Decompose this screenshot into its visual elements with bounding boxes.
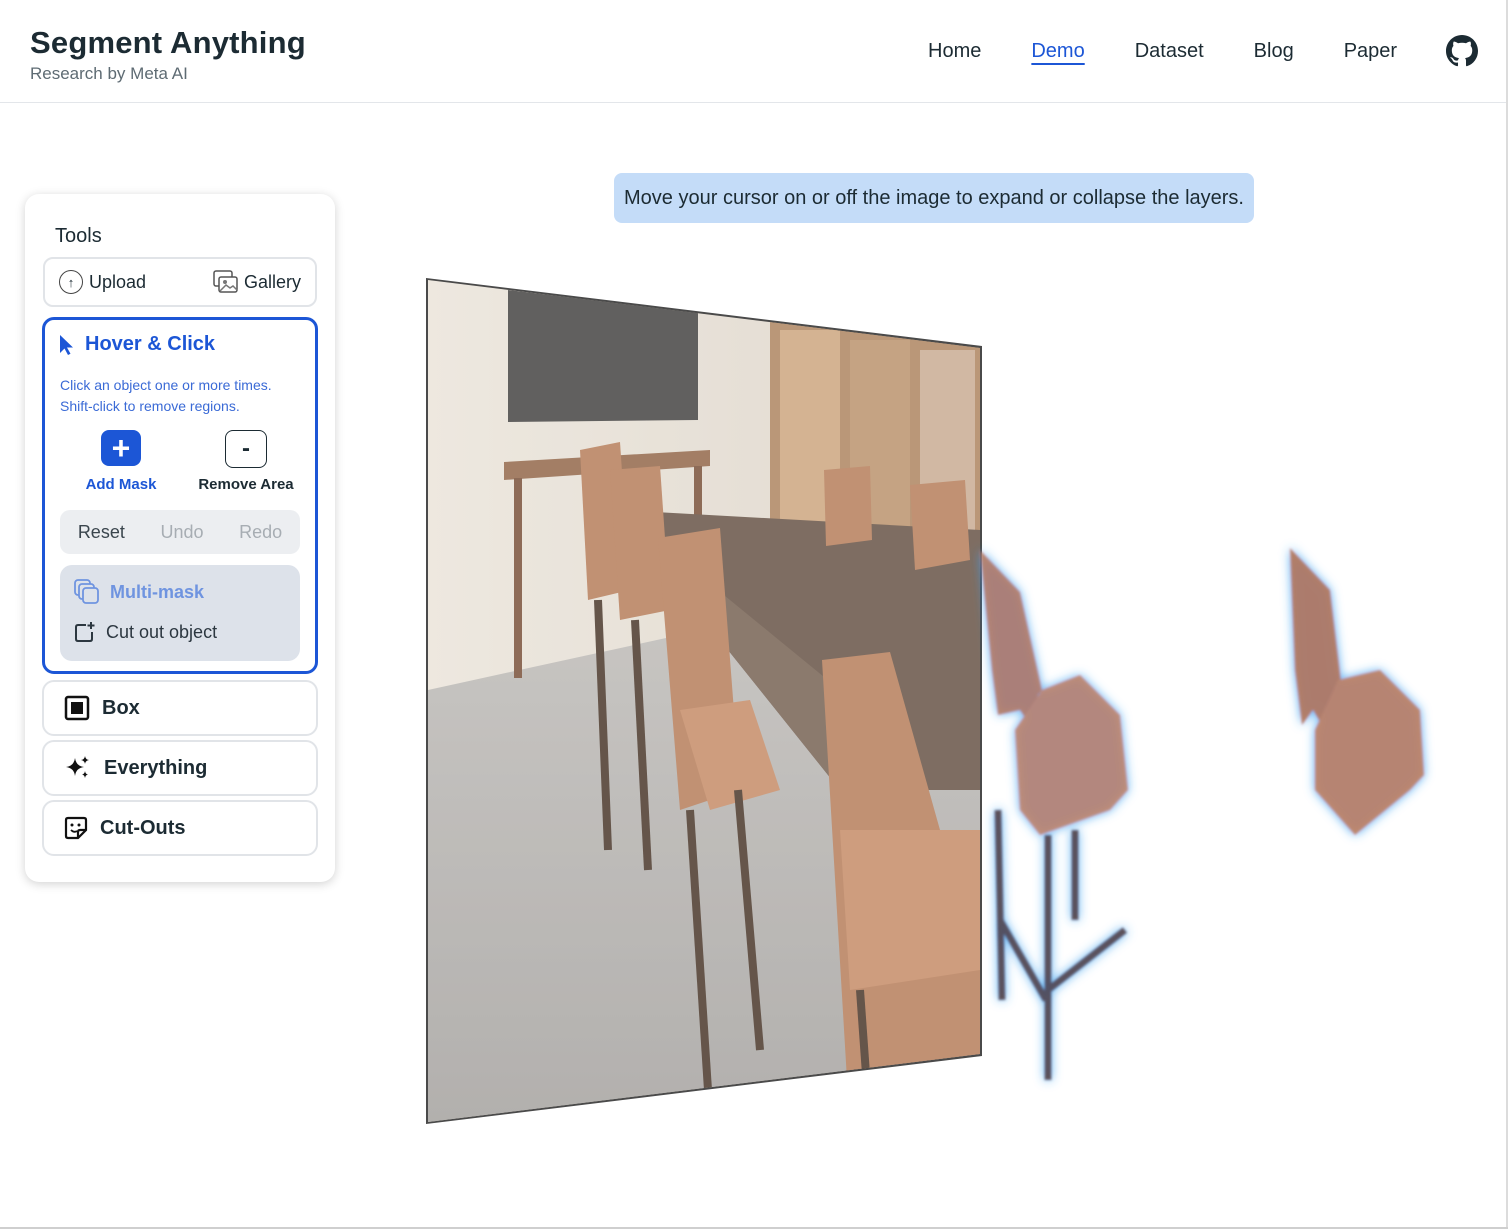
undo-button[interactable]: Undo bbox=[160, 522, 203, 543]
nav-paper[interactable]: Paper bbox=[1344, 38, 1397, 64]
multi-mask-label: Multi-mask bbox=[110, 581, 205, 602]
multi-mask-icon bbox=[74, 579, 99, 604]
reset-button[interactable]: Reset bbox=[78, 522, 125, 543]
github-icon[interactable] bbox=[1446, 35, 1478, 67]
cutouts-label: Cut-Outs bbox=[100, 816, 186, 839]
hover-desc-line2: Shift-click to remove regions. bbox=[60, 398, 240, 414]
remove-area-label: Remove Area bbox=[198, 476, 294, 493]
gallery-label: Gallery bbox=[243, 271, 301, 292]
nav-blog[interactable]: Blog bbox=[1254, 38, 1294, 64]
multi-mask-button[interactable]: Multi-mask bbox=[74, 579, 204, 605]
add-mask-label: Add Mask bbox=[85, 476, 157, 493]
brand-title[interactable]: Segment Anything bbox=[30, 26, 306, 60]
hover-click-header[interactable]: Hover & Click bbox=[59, 333, 215, 356]
hover-click-description: Click an object one or more times. Shift… bbox=[60, 375, 300, 417]
nav-demo[interactable]: Demo bbox=[1031, 38, 1084, 64]
top-header: Segment Anything Research by Meta AI Hom… bbox=[0, 0, 1508, 103]
upload-gallery-row: ↑ Upload Gallery bbox=[43, 257, 317, 307]
sparkles-icon bbox=[66, 756, 89, 778]
everything-label: Everything bbox=[104, 756, 208, 779]
info-banner-text: Move your cursor on or off the image to … bbox=[624, 186, 1244, 209]
cursor-pointer-icon bbox=[60, 334, 73, 355]
hover-click-title: Hover & Click bbox=[85, 333, 216, 355]
mask-mode-buttons: + Add Mask - Remove Area bbox=[81, 430, 294, 493]
cut-out-icon bbox=[75, 622, 95, 642]
upload-label: Upload bbox=[89, 271, 147, 292]
photo-layer[interactable] bbox=[420, 270, 990, 1140]
sticker-icon bbox=[64, 816, 88, 840]
minus-icon: - bbox=[225, 430, 267, 468]
brand[interactable]: Segment Anything Research by Meta AI bbox=[30, 26, 306, 84]
tools-title: Tools bbox=[55, 225, 102, 247]
hover-click-tool[interactable]: Hover & Click Click an object one or mor… bbox=[42, 317, 318, 674]
history-controls: Reset Undo Redo bbox=[60, 510, 300, 554]
main-nav: Home Demo Dataset Blog Paper bbox=[928, 38, 1447, 64]
tools-panel: Tools ↑ Upload Gallery Hover & Click Cli… bbox=[25, 194, 335, 882]
box-tool[interactable]: Box bbox=[42, 680, 318, 736]
nav-home[interactable]: Home bbox=[928, 38, 981, 64]
nav-dataset[interactable]: Dataset bbox=[1135, 38, 1204, 64]
hover-desc-line1: Click an object one or more times. bbox=[60, 377, 272, 393]
plus-icon: + bbox=[101, 430, 141, 466]
box-icon bbox=[64, 695, 90, 721]
redo-button[interactable]: Redo bbox=[239, 522, 282, 543]
upload-button[interactable]: ↑ Upload bbox=[59, 270, 146, 294]
mask-layer-2[interactable] bbox=[1290, 548, 1424, 835]
gallery-icon bbox=[213, 270, 238, 293]
cutouts-tool[interactable]: Cut-Outs bbox=[42, 800, 318, 856]
box-label: Box bbox=[102, 696, 140, 719]
info-banner: Move your cursor on or off the image to … bbox=[614, 173, 1254, 223]
gallery-button[interactable]: Gallery bbox=[213, 270, 301, 294]
mask-layer-1[interactable] bbox=[980, 550, 1128, 1080]
brand-subtitle: Research by Meta AI bbox=[30, 64, 188, 83]
cut-out-object-button[interactable]: Cut out object bbox=[74, 621, 217, 643]
upload-arrow-icon: ↑ bbox=[59, 270, 83, 294]
mask-options: Multi-mask Cut out object bbox=[60, 565, 300, 661]
remove-area-button[interactable]: - Remove Area bbox=[181, 430, 311, 493]
cut-out-label: Cut out object bbox=[106, 621, 218, 642]
image-layers-stage[interactable] bbox=[420, 270, 1440, 1140]
everything-tool[interactable]: Everything bbox=[42, 740, 318, 796]
add-mask-button[interactable]: + Add Mask bbox=[81, 430, 161, 493]
